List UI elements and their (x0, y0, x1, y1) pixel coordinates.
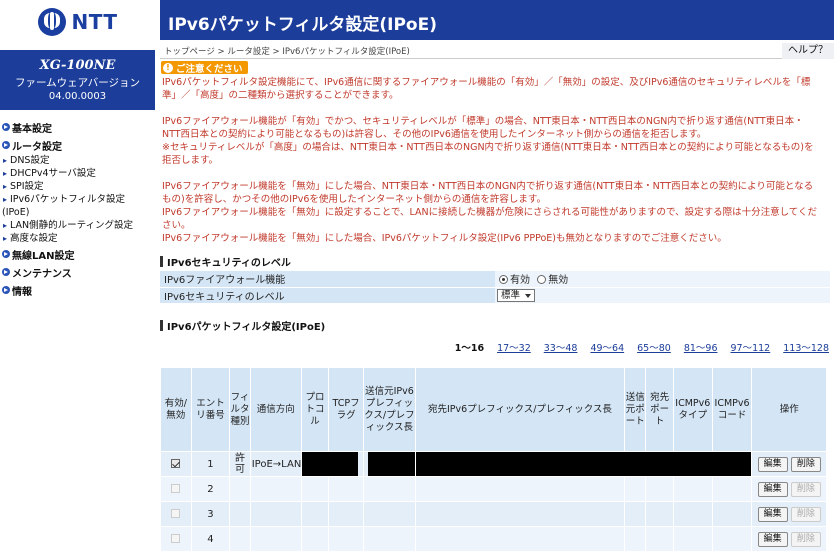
row-enable-checkbox[interactable] (171, 459, 181, 468)
col-dst-port: 宛先ポート (645, 367, 674, 452)
security-section-heading: IPv6セキュリティのレベル (160, 254, 834, 269)
logo-text: NTT (71, 10, 118, 34)
page-link[interactable]: 97～112 (731, 340, 771, 354)
device-info-box: XG-100NE ファームウェアバージョン 04.00.0003 (0, 50, 155, 110)
table-row: 1 許可 IPoE→LAN 編集 削除 (160, 451, 827, 477)
col-icmp-type: ICMPv6タイプ (672, 367, 713, 452)
nav-spi[interactable]: SPI設定 (0, 180, 155, 193)
edit-button[interactable]: 編集 (757, 481, 788, 497)
delete-button: 削除 (790, 531, 821, 547)
nav-maintenance[interactable]: メンテナンス (0, 263, 155, 281)
entry-number: 1 (190, 451, 231, 477)
delete-button[interactable]: 削除 (790, 456, 821, 472)
col-entry: エントリ番号 (190, 367, 231, 452)
redacted-block (367, 452, 752, 476)
row-enable-checkbox[interactable] (171, 534, 181, 543)
page-title: IPv6パケットフィルタ設定(IPoE) (160, 0, 834, 40)
delete-button: 削除 (790, 481, 821, 497)
entry-number: 4 (190, 526, 231, 552)
caution-badge: ! ご注意ください (161, 61, 248, 75)
col-icmp-code: ICMPv6コード (711, 367, 753, 452)
firmware-label: ファームウェアバージョン (14, 77, 141, 89)
page-link[interactable]: 17～32 (497, 340, 531, 354)
firewall-label: IPv6ファイアウォール機能 (160, 271, 495, 288)
arrow-circle-icon (2, 141, 10, 149)
row-enable-checkbox[interactable] (171, 509, 181, 518)
nav-dhcp[interactable]: DHCPv4サーバ設定 (0, 167, 155, 180)
row-enable-checkbox[interactable] (171, 484, 181, 493)
col-protocol: プロトコル (300, 367, 330, 452)
table-header-row: 有効/無効 エントリ番号 フィルタ種別 通信方向 プロトコル TCPフラグ 送信… (160, 367, 827, 452)
page-link[interactable]: 81～96 (684, 340, 718, 354)
ntt-logo: NTT (0, 0, 155, 44)
notice-paragraph: IPv6パケットフィルタ設定機能にて、IPv6通信に関するファイアウォール機能の… (162, 77, 811, 101)
nav-wlan-settings[interactable]: 無線LAN設定 (0, 245, 155, 263)
arrow-circle-icon (2, 268, 10, 276)
table-row: 3 編集 削除 (160, 501, 827, 527)
filter-section-heading: IPv6パケットフィルタ設定(IPoE) (160, 319, 834, 333)
page-link-current: 1～16 (454, 342, 485, 354)
arrow-circle-icon (2, 250, 10, 258)
col-src-port: 送信元ポート (623, 367, 647, 452)
nav-info[interactable]: 情報 (0, 281, 155, 299)
col-dst-prefix: 宛先IPv6プレフィックス/プレフィックス長 (414, 367, 626, 452)
ntt-logo-icon (37, 8, 66, 36)
filter-table: 有効/無効 エントリ番号 フィルタ種別 通信方向 プロトコル TCPフラグ 送信… (160, 367, 827, 552)
breadcrumb-bar: トップページ > ルータ設定 > IPv6パケットフィルタ設定(IPoE) ヘル… (160, 42, 834, 59)
notice-paragraph: IPv6ファイアウォール機能が「有効」でかつ、セキュリティレベルが「標準」の場合… (162, 116, 814, 166)
security-level-select[interactable]: 標準 (497, 288, 536, 302)
sidebar: NTT XG-100NE ファームウェアバージョン 04.00.0003 基本設… (0, 0, 155, 554)
table-row: 4 編集 削除 (160, 526, 827, 552)
firewall-disable-radio[interactable]: 無効 (537, 275, 568, 286)
firmware-version: 04.00.0003 (48, 91, 107, 102)
edit-button[interactable]: 編集 (757, 456, 788, 472)
edit-button[interactable]: 編集 (757, 531, 788, 547)
help-link[interactable]: ヘルプ？ (782, 42, 834, 59)
filter-type: 許可 (229, 451, 251, 477)
nav-ipv6-filter[interactable]: IPv6パケットフィルタ設定 (0, 193, 155, 206)
nav-menu: 基本設定 ルータ設定 DNS設定 DHCPv4サーバ設定 SPI設定 IPv6パ… (0, 118, 155, 299)
notice-paragraph: IPv6ファイアウォール機能を「無効」にした場合、NTT東日本・NTT西日本のN… (162, 181, 818, 244)
nav-basic-settings[interactable]: 基本設定 (0, 118, 155, 136)
arrow-circle-icon (2, 286, 10, 294)
col-enabled: 有効/無効 (160, 367, 192, 452)
page-link[interactable]: 33～48 (544, 340, 578, 354)
firewall-enable-radio[interactable]: 有効 (499, 275, 530, 286)
delete-button: 削除 (790, 506, 821, 522)
device-model: XG-100NE (39, 58, 116, 73)
nav-ipv6-filter-ipoe[interactable]: (IPoE) (0, 206, 155, 219)
arrow-circle-icon (2, 123, 10, 131)
direction: IPoE→LAN (249, 451, 302, 477)
security-table: IPv6ファイアウォール機能 有効 無効 IPv6セキュリティのレベル 標準 (160, 271, 830, 304)
col-filter-type: フィルタ種別 (229, 367, 251, 452)
col-action: 操作 (751, 367, 827, 452)
security-level-label: IPv6セキュリティのレベル (160, 287, 495, 304)
table-row: 2 編集 削除 (160, 476, 827, 502)
entry-number: 2 (190, 476, 231, 502)
page-link[interactable]: 49～64 (590, 340, 624, 354)
nav-advanced[interactable]: 高度な設定 (0, 232, 155, 245)
col-tcp-flag: TCPフラグ (328, 367, 364, 452)
edit-button[interactable]: 編集 (757, 506, 788, 522)
redacted-block (301, 452, 358, 476)
col-direction: 通信方向 (249, 367, 302, 452)
nav-dns[interactable]: DNS設定 (0, 154, 155, 167)
nav-router-settings[interactable]: ルータ設定 (0, 136, 155, 154)
nav-lan-routing[interactable]: LAN側静的ルーティング設定 (0, 219, 155, 232)
exclamation-icon: ! (163, 62, 173, 73)
pagination: 1～16 17～32 33～48 49～64 65～80 81～96 97～11… (160, 340, 834, 354)
entry-number: 3 (190, 501, 231, 527)
page-link[interactable]: 113～128 (783, 340, 829, 354)
page-link[interactable]: 65～80 (637, 340, 671, 354)
col-src-prefix: 送信元IPv6プレフィックス/プレフィックス長 (362, 367, 416, 452)
breadcrumb: トップページ > ルータ設定 > IPv6パケットフィルタ設定(IPoE) (164, 46, 410, 57)
